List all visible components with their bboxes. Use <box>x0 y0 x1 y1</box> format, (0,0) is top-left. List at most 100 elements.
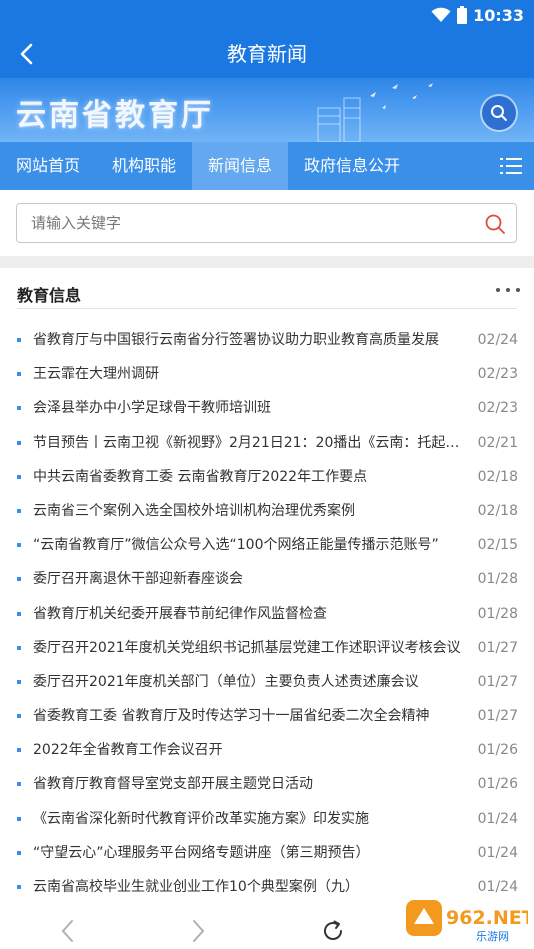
section-underline <box>17 308 517 309</box>
chevron-left-icon <box>20 43 33 65</box>
banner: 云南省教育厅 <box>0 78 534 142</box>
news-title: 省教育厅教育督导室党支部开展主题党日活动 <box>33 776 313 793</box>
list-item[interactable]: “守望云心”心理服务平台网络专题讲座（第三期预告） 01/24 <box>0 835 534 869</box>
list-item[interactable]: 省教育厅与中国银行云南省分行签署协议助力职业教育高质量发展 02/24 <box>0 322 534 356</box>
news-title: 会泽县举办中小学足球骨干教师培训班 <box>33 400 271 417</box>
page-title: 教育新闻 <box>227 42 307 66</box>
status-time: 10:33 <box>473 5 524 25</box>
news-title: 省教育厅机关纪委开展春节前纪律作风监督检查 <box>33 605 327 622</box>
news-list: 省教育厅与中国银行云南省分行签署协议助力职业教育高质量发展 02/24 王云霏在大… <box>0 322 534 903</box>
news-date: 02/24 <box>477 332 518 348</box>
news-title: 省教育厅与中国银行云南省分行签署协议助力职业教育高质量发展 <box>33 332 439 348</box>
arrow-left-icon <box>61 920 73 942</box>
list-item[interactable]: 王云霏在大理州调研 02/23 <box>0 356 534 390</box>
news-title: 云南省三个案例入选全国校外培训机构治理优秀案例 <box>33 502 355 519</box>
section-title: 教育信息 <box>17 286 82 305</box>
news-title: 2022年全省教育工作会议召开 <box>33 742 223 759</box>
news-date: 01/26 <box>477 776 518 793</box>
list-item[interactable]: “云南省教育厅”微信公众号入选“100个网络正能量传播示范账号” 02/15 <box>0 527 534 561</box>
bullet <box>17 645 21 650</box>
news-date: 01/27 <box>477 708 518 725</box>
news-title: 委厅召开2021年度机关党组织书记抓基层党建工作述职评议考核会议 <box>33 639 461 656</box>
news-date: 02/23 <box>477 400 518 417</box>
watermark-subtext: 乐游网 <box>476 930 509 943</box>
bullet <box>17 611 21 616</box>
back-button[interactable] <box>8 36 44 72</box>
bullet <box>17 748 21 753</box>
search-box <box>16 203 517 243</box>
news-title: 节目预告丨云南卫视《新视野》2月21日21：20播出《云南：托起明天的希望》 <box>33 434 473 451</box>
search-icon <box>491 105 507 121</box>
news-date: 02/23 <box>477 366 518 383</box>
list-item[interactable]: 中共云南省委教育工委 云南省教育厅2022年工作要点 02/18 <box>0 459 534 493</box>
bullet <box>17 440 21 445</box>
bullet <box>17 885 21 889</box>
news-date: 01/26 <box>477 742 518 759</box>
menu-icon[interactable] <box>500 156 522 176</box>
list-item[interactable]: 委厅召开2021年度机关党组织书记抓基层党建工作述职评议考核会议 01/27 <box>0 630 534 664</box>
list-item[interactable]: 云南省三个案例入选全国校外培训机构治理优秀案例 02/18 <box>0 493 534 527</box>
search-area <box>0 190 534 256</box>
nav-item-news[interactable]: 新闻信息 <box>192 142 289 190</box>
watermark-logo: 962.NET 乐游网 <box>406 900 528 943</box>
news-date: 01/28 <box>477 605 518 622</box>
status-icons: 10:33 <box>431 4 524 26</box>
news-title: 省委教育工委 省教育厅及时传达学习十一届省纪委二次全会精神 <box>33 708 430 725</box>
bullet <box>17 372 21 377</box>
top-nav: 网站首页 机构职能 新闻信息 政府信息公开 <box>0 142 534 190</box>
list-item[interactable]: 省教育厅教育督导室党支部开展主题党日活动 01/26 <box>0 766 534 800</box>
list-item[interactable]: 节目预告丨云南卫视《新视野》2月21日21：20播出《云南：托起明天的希望》02… <box>0 425 534 459</box>
bullet <box>17 577 21 582</box>
news-title: “守望云心”心理服务平台网络专题讲座（第三期预告） <box>33 844 370 861</box>
list-item[interactable]: 2022年全省教育工作会议召开 01/26 <box>0 732 534 766</box>
bullet <box>17 679 21 684</box>
bullet <box>17 782 21 787</box>
banner-building-graphic <box>317 83 433 142</box>
battery-icon <box>457 6 468 24</box>
nav-item-functions[interactable]: 机构职能 <box>96 142 192 190</box>
section-divider <box>0 256 534 268</box>
wifi-icon <box>431 7 451 22</box>
news-date: 02/18 <box>477 502 518 519</box>
status-bar: 10:33 <box>0 0 534 30</box>
list-item[interactable]: 委厅召开2021年度机关部门（单位）主要负责人述责述廉会议 01/27 <box>0 664 534 698</box>
arrow-right-icon <box>193 920 205 942</box>
list-item[interactable]: 省委教育工委 省教育厅及时传达学习十一届省纪委二次全会精神 01/27 <box>0 698 534 732</box>
browser-back-button[interactable] <box>52 916 82 946</box>
news-date: 01/24 <box>477 810 518 827</box>
list-item[interactable]: 省教育厅机关纪委开展春节前纪律作风监督检查 01/28 <box>0 596 534 630</box>
list-item[interactable]: 会泽县举办中小学足球骨干教师培训班 02/23 <box>0 390 534 424</box>
news-title: 《云南省深化新时代教育评价改革实施方案》印发实施 <box>33 810 369 827</box>
watermark-text: 962.NET <box>446 907 528 929</box>
news-title: 王云霏在大理州调研 <box>33 366 159 383</box>
list-item[interactable]: 委厅召开离退休干部迎新春座谈会 01/28 <box>0 561 534 595</box>
news-title: 中共云南省委教育工委 云南省教育厅2022年工作要点 <box>33 468 368 485</box>
bullet <box>17 474 21 479</box>
refresh-button[interactable] <box>318 916 348 946</box>
bullet <box>17 508 21 513</box>
search-input[interactable] <box>31 204 461 242</box>
bullet <box>17 543 21 548</box>
news-date: 01/24 <box>477 844 518 861</box>
section-header: 教育信息 <box>0 268 534 316</box>
bullet <box>17 714 21 719</box>
news-date: 01/27 <box>477 673 518 690</box>
news-title: “云南省教育厅”微信公众号入选“100个网络正能量传播示范账号” <box>33 537 439 554</box>
news-date: 02/18 <box>477 468 518 485</box>
more-dots-icon[interactable] <box>496 280 520 300</box>
search-icon[interactable] <box>484 213 506 235</box>
bullet <box>17 406 21 411</box>
banner-search-button[interactable] <box>482 96 516 130</box>
title-bar: 教育新闻 <box>0 30 534 78</box>
news-date: 02/15 <box>477 537 518 554</box>
nav-item-gov-info[interactable]: 政府信息公开 <box>288 142 416 190</box>
nav-item-home[interactable]: 网站首页 <box>0 142 96 190</box>
bullet <box>17 816 21 821</box>
bullet <box>17 338 21 342</box>
news-date: 01/27 <box>477 639 518 656</box>
news-date: 02/21 <box>477 434 518 451</box>
refresh-icon <box>324 920 342 940</box>
list-item[interactable]: 《云南省深化新时代教育评价改革实施方案》印发实施 01/24 <box>0 801 534 835</box>
bullet <box>17 850 21 855</box>
browser-forward-button[interactable] <box>184 916 214 946</box>
